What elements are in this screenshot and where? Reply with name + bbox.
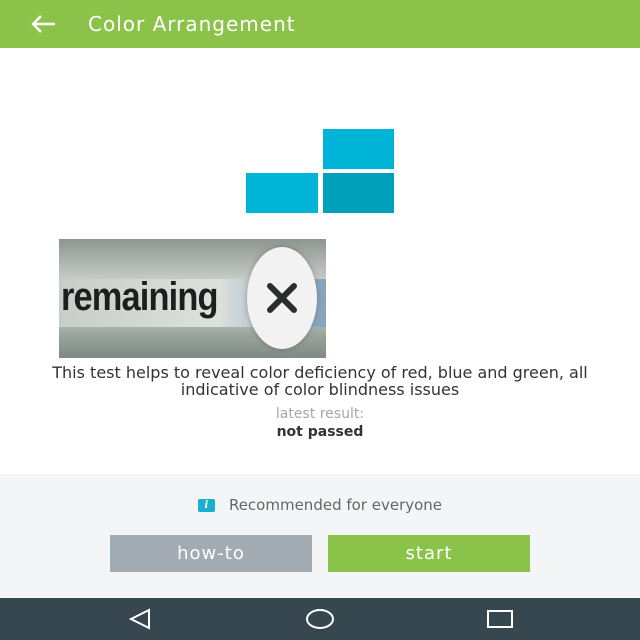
close-icon <box>267 283 297 313</box>
start-button[interactable]: start <box>328 535 530 572</box>
nav-back-button[interactable] <box>110 598 170 640</box>
recommendation: i Recommended for everyone <box>0 496 640 514</box>
home-icon <box>306 609 334 629</box>
page-title: Color Arrangement <box>88 12 296 36</box>
app-bar: Color Arrangement <box>0 0 640 48</box>
system-nav-bar <box>0 598 640 640</box>
nav-home-button[interactable] <box>290 598 350 640</box>
back-icon <box>128 608 150 630</box>
ad-banner[interactable]: remaining <box>59 239 326 358</box>
arrow-left-icon <box>31 15 55 33</box>
action-panel: i Recommended for everyone how-to start <box>0 474 640 598</box>
recents-icon <box>487 610 513 628</box>
main-content: remaining This test helps to reveal colo… <box>0 48 640 474</box>
info-icon: i <box>197 498 215 512</box>
nav-recents-button[interactable] <box>470 598 530 640</box>
latest-result-value: not passed <box>276 424 364 440</box>
test-description: This test helps to reveal color deficien… <box>52 363 588 399</box>
latest-result-label: latest result: <box>275 406 365 422</box>
back-button[interactable] <box>20 0 68 48</box>
color-squares-logo <box>246 129 394 213</box>
recommendation-text: Recommended for everyone <box>228 496 443 514</box>
ad-close-button[interactable] <box>247 247 317 349</box>
ad-text: remaining <box>61 275 219 319</box>
how-to-button[interactable]: how-to <box>110 535 312 572</box>
